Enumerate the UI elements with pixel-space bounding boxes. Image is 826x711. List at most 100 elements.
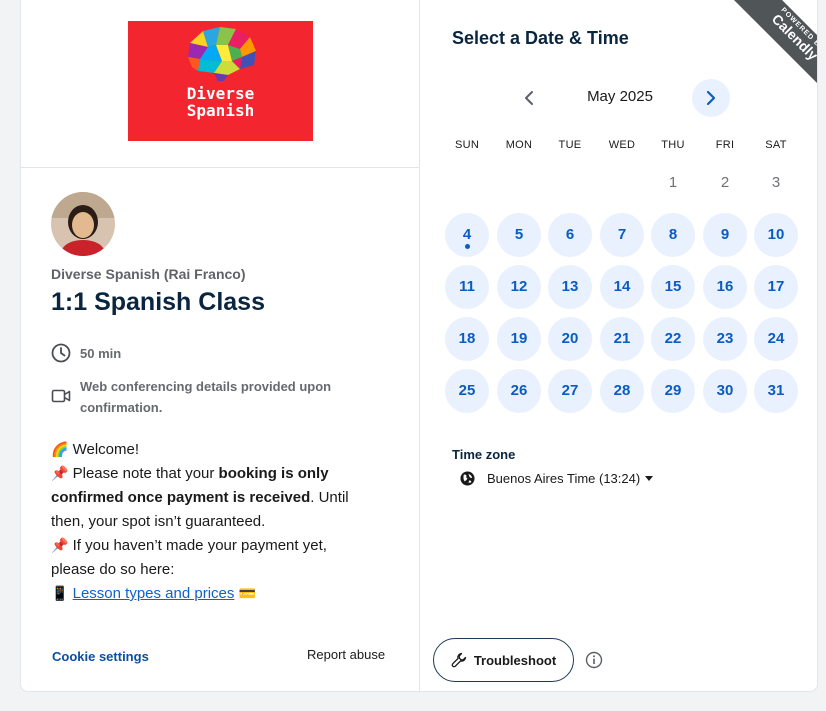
available-day-23[interactable]: 23 [703,317,747,361]
available-day-28[interactable]: 28 [600,369,644,413]
available-day-26[interactable]: 26 [497,369,541,413]
organizer-name: Diverse Spanish (Rai Franco) [51,266,246,282]
location-text: Web conferencing details provided upon c… [80,379,332,415]
cookie-settings-link[interactable]: Cookie settings [52,649,149,664]
day-number: 26 [510,382,528,399]
logo-area: Diverse Spanish [21,0,419,168]
available-day-24[interactable]: 24 [754,317,798,361]
brain-icon [188,27,256,81]
available-day-4[interactable]: 4 [445,213,489,257]
day-number: 5 [514,226,524,243]
unavailable-day-3: 3 [754,161,798,205]
available-day-9[interactable]: 9 [703,213,747,257]
select-date-title: Select a Date & Time [452,28,629,48]
current-month: May 2025 [587,88,653,105]
available-day-31[interactable]: 31 [754,369,798,413]
available-day-8[interactable]: 8 [651,213,695,257]
logo-text-line2: Spanish [186,101,255,120]
caret-down-icon [645,476,654,481]
day-number: 7 [617,226,627,243]
powered-by-ribbon[interactable]: POWERED BY Calendly [719,0,817,100]
event-details-panel: Diverse Spanish Diverse Spanish (Rai Fra… [21,0,420,691]
wrench-icon [451,652,466,668]
day-number: 23 [716,330,734,347]
available-day-7[interactable]: 7 [600,213,644,257]
available-day-20[interactable]: 20 [548,317,592,361]
day-number: 3 [771,174,781,191]
diverse-spanish-logo: Diverse Spanish [128,21,313,141]
scheduler-panel: POWERED BY Calendly Select a Date & Time… [420,0,817,691]
location-row: Web conferencing details provided upon c… [51,376,350,418]
available-day-10[interactable]: 10 [754,213,798,257]
available-day-14[interactable]: 14 [600,265,644,309]
lesson-types-link[interactable]: Lesson types and prices [73,585,235,602]
day-number: 24 [767,330,785,347]
day-number: 8 [668,226,678,243]
available-day-30[interactable]: 30 [703,369,747,413]
globe-icon [460,471,475,486]
rainbow-icon: 🌈 [51,442,69,458]
unavailable-day-1: 1 [651,161,695,205]
day-number: 18 [458,330,476,347]
welcome-text: Welcome! [72,441,140,458]
day-number: 31 [767,382,785,399]
chevron-left-icon [525,91,533,105]
available-day-5[interactable]: 5 [497,213,541,257]
credit-card-icon: 💳 [238,586,256,602]
day-number: 2 [720,174,730,191]
troubleshoot-label: Troubleshoot [473,652,557,668]
day-number: 6 [565,226,575,243]
day-number: 16 [716,278,734,295]
weekday-sat: SAT [765,139,787,151]
payment-instruction: If you haven’t made your payment yet, pl… [51,537,327,578]
available-day-12[interactable]: 12 [497,265,541,309]
timezone-select[interactable]: Buenos Aires Time (13:24) [460,471,654,486]
weekday-wed: WED [608,139,636,151]
day-number: 13 [561,278,579,295]
payment-note-pre: Please note that your [72,465,219,482]
available-day-6[interactable]: 6 [548,213,592,257]
available-day-27[interactable]: 27 [548,369,592,413]
logo-text-line1: Diverse [186,84,255,103]
day-number: 20 [561,330,579,347]
weekday-mon: MON [505,139,533,151]
day-number: 19 [510,330,528,347]
info-icon[interactable] [585,651,603,669]
logo-text: Diverse Spanish [128,85,313,119]
weekday-sun: SUN [454,139,480,151]
pushpin-icon: 📌 [51,466,69,482]
available-day-19[interactable]: 19 [497,317,541,361]
troubleshoot-button[interactable]: Troubleshoot [433,638,574,682]
available-day-15[interactable]: 15 [651,265,695,309]
available-day-25[interactable]: 25 [445,369,489,413]
day-number: 28 [613,382,631,399]
available-day-16[interactable]: 16 [703,265,747,309]
previous-month-button[interactable] [518,85,540,111]
day-number: 10 [767,226,785,243]
day-number: 11 [459,278,475,295]
day-number: 25 [458,382,476,399]
available-day-21[interactable]: 21 [600,317,644,361]
available-day-17[interactable]: 17 [754,265,798,309]
available-day-18[interactable]: 18 [445,317,489,361]
duration: 50 min [80,346,122,361]
available-day-22[interactable]: 22 [651,317,695,361]
report-abuse-link[interactable]: Report abuse [307,647,385,662]
day-number: 30 [716,382,734,399]
day-number: 22 [664,330,682,347]
day-number: 4 [462,226,472,243]
available-day-11[interactable]: 11 [445,265,489,309]
video-camera-icon [51,389,71,403]
available-day-13[interactable]: 13 [548,265,592,309]
event-title: 1:1 Spanish Class [51,288,265,316]
next-month-button[interactable] [692,79,730,117]
day-number: 29 [664,382,682,399]
day-number: 1 [668,174,678,191]
day-number: 27 [561,382,579,399]
available-day-29[interactable]: 29 [651,369,695,413]
weekday-thu: THU [661,139,685,151]
unavailable-day-2: 2 [703,161,747,205]
weekday-tue: TUE [558,139,582,151]
clock-icon [51,343,71,363]
chevron-right-icon [706,90,716,106]
